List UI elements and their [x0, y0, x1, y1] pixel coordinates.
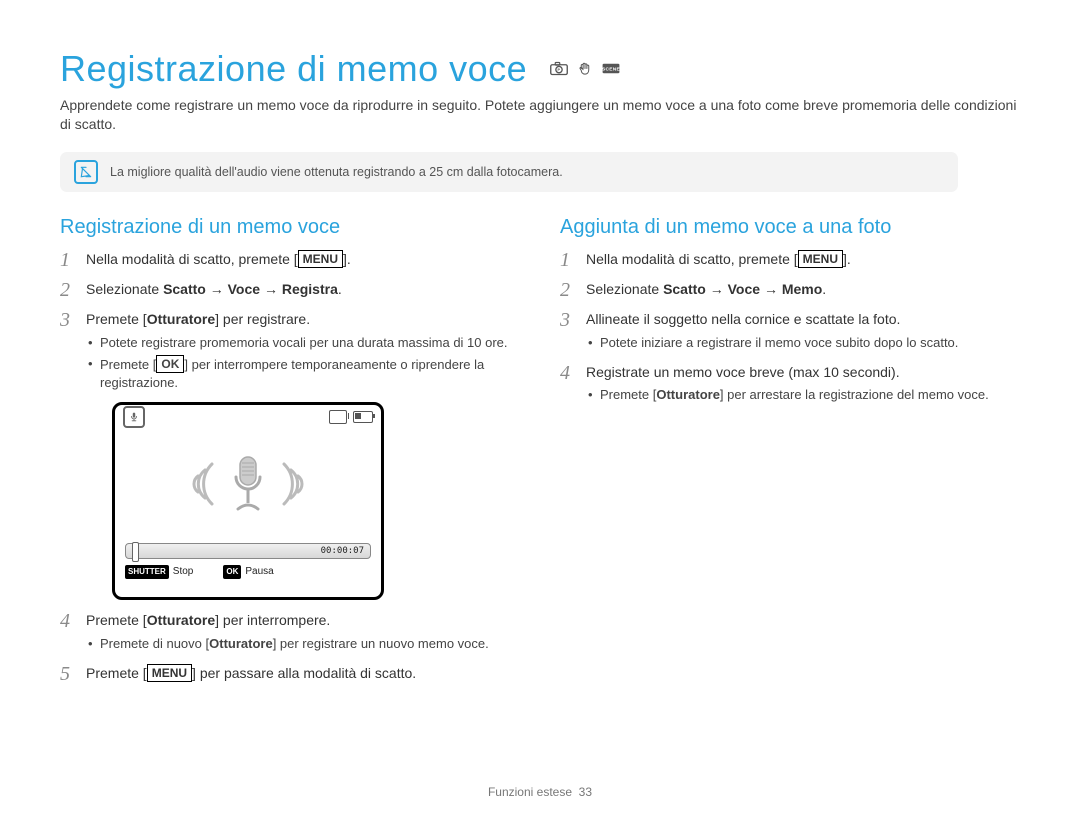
left-step-3-sub-1: Potete registrare promemoria vocali per …	[86, 334, 520, 352]
menu-button-label: MENU	[798, 250, 843, 268]
svg-text:P: P	[557, 68, 560, 72]
left-heading: Registrazione di un memo voce	[60, 216, 520, 239]
right-steps: Nella modalità di scatto, premete [MENU]…	[560, 249, 1020, 405]
left-step-3: Premete [Otturatore] per registrare. Pot…	[60, 309, 520, 600]
left-step-4: Premete [Otturatore] per interrompere. P…	[60, 610, 520, 652]
left-step-2: Selezionate Scatto → Voce → Registra.	[60, 279, 520, 299]
note-icon	[74, 160, 98, 184]
sound-wave-right-icon	[278, 454, 308, 514]
right-step-1: Nella modalità di scatto, premete [MENU]…	[560, 249, 1020, 269]
hand-mode-icon	[576, 61, 594, 76]
manual-page: Registrazione di memo voce P SCENE Appre…	[0, 0, 1080, 815]
footer-section: Funzioni estese	[488, 785, 572, 799]
right-step-3: Allineate il soggetto nella cornice e sc…	[560, 309, 1020, 351]
hint-pause: OKPausa	[223, 565, 273, 580]
left-column: Registrazione di un memo voce Nella moda…	[60, 216, 520, 693]
intro-text: Apprendete come registrare un memo voce …	[60, 96, 1020, 134]
right-step-4: Registrate un memo voce breve (max 10 se…	[560, 362, 1020, 404]
progress-playhead	[132, 542, 139, 562]
mic-mode-icon	[123, 406, 145, 428]
note-box: La migliore qualità dell'audio viene ott…	[60, 152, 958, 192]
menu-button-label: MENU	[298, 250, 343, 268]
right-heading: Aggiunta di un memo voce a una foto	[560, 216, 1020, 239]
camera-mode-icon: P	[550, 61, 568, 76]
mode-icons: P SCENE	[550, 61, 620, 76]
recording-time: 00:00:07	[321, 544, 364, 558]
menu-button-label: MENU	[147, 664, 192, 682]
lcd-preview: 00:00:07 SHUTTERStop OKPausa	[112, 402, 384, 600]
sound-wave-left-icon	[188, 454, 218, 514]
page-title: Registrazione di memo voce P SCENE	[60, 48, 1020, 90]
battery-icon	[353, 411, 373, 423]
right-step-2: Selezionate Scatto → Voce → Memo.	[560, 279, 1020, 299]
microphone-icon	[228, 455, 268, 513]
left-step-3-sub-2: Premete [OK] per interrompere temporanea…	[86, 355, 520, 392]
note-text: La migliore qualità dell'audio viene ott…	[110, 165, 563, 179]
columns: Registrazione di un memo voce Nella moda…	[60, 216, 1020, 693]
memory-card-icon	[329, 410, 347, 424]
page-title-text: Registrazione di memo voce	[60, 48, 527, 89]
ok-button-label: OK	[156, 355, 184, 373]
right-column: Aggiunta di un memo voce a una foto Nell…	[560, 216, 1020, 693]
hint-stop: SHUTTERStop	[125, 565, 193, 580]
right-step-4-sub: Premete [Otturatore] per arrestare la re…	[586, 386, 1020, 404]
mic-graphic	[115, 429, 381, 539]
page-footer: Funzioni estese 33	[0, 785, 1080, 799]
left-step-5: Premete [MENU] per passare alla modalità…	[60, 663, 520, 683]
scene-mode-icon: SCENE	[602, 61, 620, 76]
left-step-4-sub: Premete di nuovo [Otturatore] per regist…	[86, 635, 520, 653]
recording-progress: 00:00:07	[125, 543, 371, 559]
right-step-3-sub: Potete iniziare a registrare il memo voc…	[586, 334, 1020, 352]
footer-page-number: 33	[579, 785, 592, 799]
lcd-button-hints: SHUTTERStop OKPausa	[115, 559, 381, 580]
left-steps: Nella modalità di scatto, premete [MENU]…	[60, 249, 520, 683]
left-step-1: Nella modalità di scatto, premete [MENU]…	[60, 249, 520, 269]
svg-text:SCENE: SCENE	[602, 67, 620, 73]
